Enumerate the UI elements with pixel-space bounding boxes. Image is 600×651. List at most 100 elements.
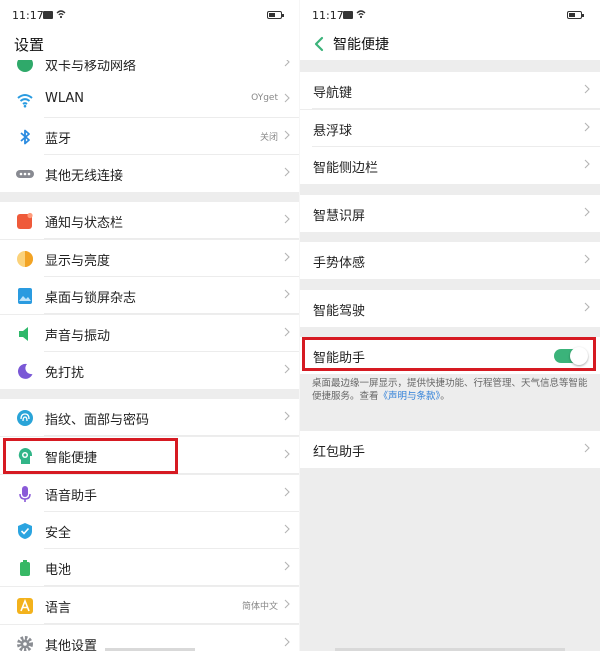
notification-icon: [16, 212, 34, 230]
settings-item[interactable]: 免打扰: [0, 352, 300, 389]
settings-item[interactable]: 蓝牙 关闭: [0, 118, 300, 155]
settings-item-label: 显示与亮度: [45, 254, 111, 269]
smart-feature-item[interactable]: 导航键: [300, 72, 600, 109]
chevron-right-icon: [284, 524, 290, 534]
chevron-right-icon: [284, 599, 290, 609]
chevron-right-icon: [584, 122, 590, 132]
battery-status-icon: [267, 11, 284, 19]
settings-item[interactable]: 安全: [0, 512, 300, 549]
chevron-right-icon: [284, 487, 290, 497]
status-bar: 11:17: [300, 0, 600, 30]
title-bar: 设置: [0, 30, 300, 60]
chevron-right-icon: [284, 130, 290, 140]
assistant-toggle[interactable]: [554, 347, 588, 365]
mail-icon: [343, 11, 353, 19]
settings-screen: 双卡与移动网络 WLAN OYget 蓝牙 关闭 其他无线连接 通知与状态栏 显示与亮度 桌面与…: [0, 0, 300, 651]
chevron-right-icon: [284, 364, 290, 374]
settings-item[interactable]: WLAN OYget: [0, 81, 300, 118]
row-divider: [44, 313, 300, 314]
chevron-right-icon: [284, 252, 290, 262]
moon-icon: [16, 362, 34, 380]
status-time: 11:17: [312, 9, 344, 22]
back-arrow-icon[interactable]: [312, 35, 326, 53]
settings-item-label: 蓝牙: [45, 132, 72, 147]
chevron-right-icon: [584, 207, 590, 217]
smart-feature-label: 悬浮球: [313, 124, 353, 139]
more-dots-icon: [16, 165, 34, 183]
settings-item[interactable]: 语音助手: [0, 475, 300, 512]
smart-feature-item[interactable]: 智能驾驶: [300, 290, 600, 327]
row-divider: [44, 473, 300, 474]
settings-item-label: WLAN: [45, 91, 85, 106]
row-divider: [44, 623, 300, 624]
chevron-right-icon: [284, 561, 290, 571]
terms-link[interactable]: 《声明与条款》: [379, 391, 441, 402]
page-title: 设置: [14, 36, 45, 54]
mail-icon: [43, 11, 53, 19]
settings-item[interactable]: 智能便捷: [0, 437, 300, 474]
settings-item[interactable]: 通知与状态栏: [0, 202, 300, 239]
smart-feature-label: 智能驾驶: [313, 304, 366, 319]
chevron-right-icon: [584, 443, 590, 453]
fingerprint-icon: [16, 409, 34, 427]
smart-feature-item[interactable]: 红包助手: [300, 431, 600, 468]
smart-feature-label: 智能助手: [313, 351, 366, 366]
chevron-right-icon: [584, 159, 590, 169]
settings-item[interactable]: 指纹、面部与密码: [0, 399, 300, 436]
smart-assistant-row[interactable]: 智能助手: [300, 337, 600, 374]
settings-item[interactable]: 语言 简体中文: [0, 587, 300, 624]
chevron-right-icon: [284, 637, 290, 647]
gear-icon: [16, 635, 34, 651]
battery-icon: [16, 559, 34, 577]
status-time: 11:17: [12, 9, 44, 22]
smart-feature-label: 智能侧边栏: [313, 161, 379, 176]
smart-feature-label: 红包助手: [313, 445, 366, 460]
settings-item[interactable]: 桌面与锁屏杂志: [0, 277, 300, 314]
settings-item-label: 语音助手: [45, 489, 98, 504]
smart-assist-icon: [16, 447, 34, 465]
title-bar: 智能便捷: [300, 30, 600, 60]
settings-item[interactable]: 显示与亮度: [0, 240, 300, 277]
wifi-status-icon: [56, 10, 66, 19]
chevron-right-icon: [284, 167, 290, 177]
settings-item-label: 语言: [45, 601, 72, 616]
chevron-right-icon: [284, 214, 290, 224]
wifi-icon: [16, 91, 34, 109]
smart-feature-label: 导航键: [313, 86, 353, 101]
smart-feature-label: 智慧识屏: [313, 209, 366, 224]
settings-item-label: 声音与振动: [45, 329, 111, 344]
smart-feature-item[interactable]: 悬浮球: [300, 110, 600, 147]
assistant-description-end: 。: [440, 391, 450, 402]
settings-item-label: 免打扰: [45, 366, 85, 381]
chevron-right-icon: [284, 93, 290, 103]
chevron-right-icon: [284, 289, 290, 299]
row-divider: [44, 585, 300, 586]
language-icon: [16, 597, 34, 615]
settings-item-label: 通知与状态栏: [45, 216, 124, 231]
smart-feature-item[interactable]: 智能侧边栏: [300, 147, 600, 184]
settings-item-label: 电池: [45, 563, 72, 578]
chevron-right-icon: [584, 302, 590, 312]
settings-item[interactable]: 电池: [0, 549, 300, 586]
row-divider: [312, 108, 600, 109]
chevron-right-icon: [584, 84, 590, 94]
settings-item-label: 安全: [45, 526, 72, 541]
status-bar: 11:17: [0, 0, 300, 30]
speaker-icon: [16, 325, 34, 343]
settings-item[interactable]: 声音与振动: [0, 315, 300, 352]
toggle-knob: [570, 347, 588, 365]
settings-item-label: 智能便捷: [45, 451, 98, 466]
shield-icon: [16, 522, 34, 540]
chevron-right-icon: [284, 411, 290, 421]
settings-item[interactable]: 其他无线连接: [0, 155, 300, 192]
settings-item-label: 其他设置: [45, 639, 98, 651]
row-divider: [44, 238, 300, 239]
smart-feature-item[interactable]: 智慧识屏: [300, 195, 600, 232]
settings-item-label: 指纹、面部与密码: [45, 413, 150, 428]
battery-status-icon: [567, 11, 584, 19]
smart-assist-screen: 11:17 智能便捷 导航键悬浮球智能侧边栏智慧识屏手势体感智能驾驶智能助手红包…: [300, 0, 600, 651]
chevron-right-icon: [584, 254, 590, 264]
wifi-status-icon: [356, 10, 366, 19]
smart-feature-item[interactable]: 手势体感: [300, 242, 600, 279]
chevron-right-icon: [284, 449, 290, 459]
